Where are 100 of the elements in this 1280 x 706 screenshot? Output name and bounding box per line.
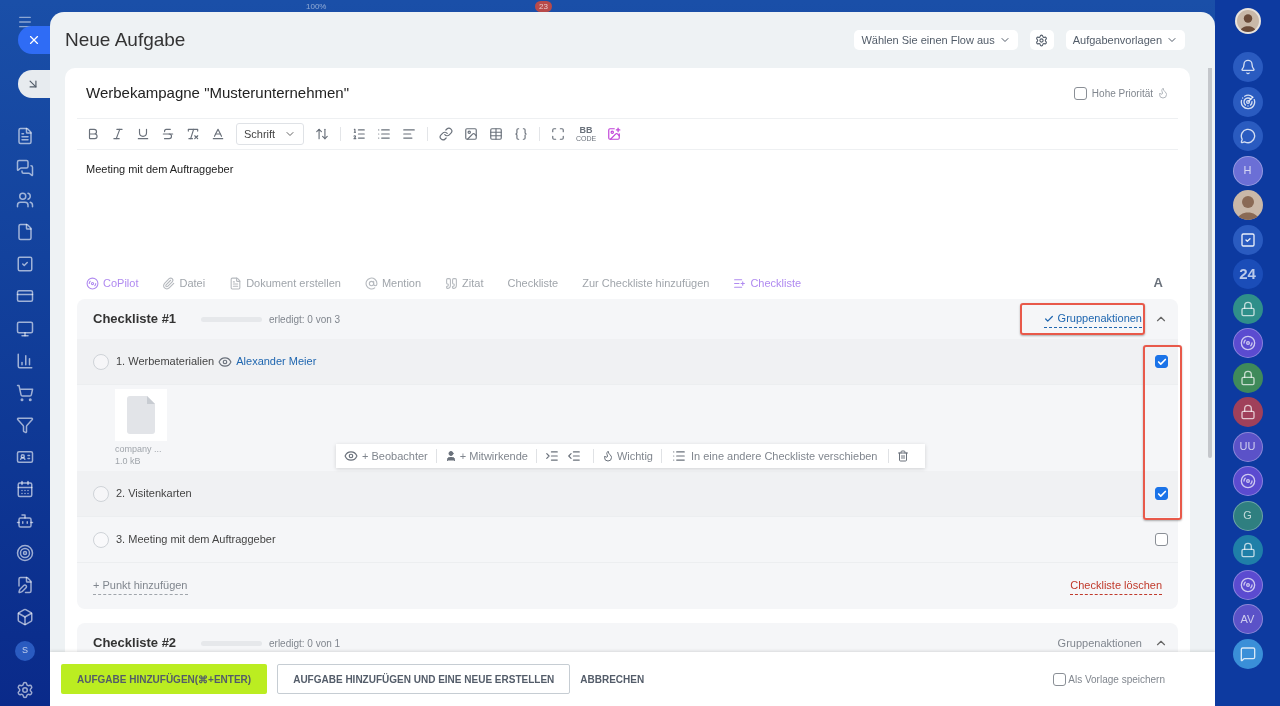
zoom-label: 100%: [306, 2, 327, 11]
font-size-icon[interactable]: [315, 127, 329, 141]
done-toggle[interactable]: [93, 353, 109, 370]
avatar-initials[interactable]: AV: [1232, 604, 1263, 634]
user-avatar[interactable]: S: [15, 640, 35, 661]
profile-avatar[interactable]: [1234, 8, 1261, 34]
strikethrough-icon[interactable]: [161, 127, 175, 141]
avatar-initials[interactable]: UU: [1232, 431, 1263, 462]
settings-icon[interactable]: [16, 680, 34, 699]
action-link[interactable]: Zitat: [445, 274, 484, 292]
font-dropdown[interactable]: Schrift: [236, 123, 304, 145]
copilot-icon[interactable]: [1232, 569, 1263, 600]
action-link[interactable]: Mention: [364, 274, 422, 292]
delete-checklist-link[interactable]: Checkliste löschen: [1070, 577, 1162, 595]
lock-icon[interactable]: [1232, 362, 1263, 393]
action-link[interactable]: CoPilot: [86, 274, 139, 292]
link-icon[interactable]: [439, 127, 453, 141]
copilot-icon[interactable]: [1232, 466, 1263, 496]
calendar-icon[interactable]: [16, 480, 34, 499]
close-icon: [27, 33, 41, 47]
image-sparkle-icon[interactable]: [607, 127, 622, 141]
indent-icon[interactable]: [544, 449, 559, 463]
settings-button[interactable]: [1029, 30, 1054, 50]
important-button[interactable]: Wichtig: [593, 447, 661, 465]
action-link[interactable]: Datei: [162, 274, 206, 292]
done-toggle[interactable]: [93, 485, 109, 502]
chart-icon[interactable]: [16, 351, 34, 370]
priority-checkbox[interactable]: [1073, 86, 1087, 100]
file-icon[interactable]: [16, 223, 34, 242]
action-link[interactable]: Dokument erstellen: [229, 274, 341, 292]
people-icon[interactable]: [16, 191, 34, 210]
filter-icon[interactable]: [16, 415, 34, 434]
add-item-link[interactable]: + Punkt hinzufügen: [93, 577, 188, 595]
add-and-new-button[interactable]: AUFGABE HINZUFÜGEN UND EINE NEUE ERSTELLEN: [277, 664, 571, 694]
lock-icon[interactable]: [1232, 535, 1263, 565]
group-actions-link[interactable]: Gruppenaktionen: [1057, 634, 1142, 652]
chat-icon[interactable]: [1232, 121, 1263, 151]
box-icon[interactable]: [16, 608, 34, 627]
avatar-initials[interactable]: H: [1232, 155, 1263, 186]
underline-icon[interactable]: [136, 127, 150, 141]
cancel-button[interactable]: ABBRECHEN: [580, 671, 645, 687]
move-button[interactable]: In eine andere Checkliste verschieben: [662, 447, 888, 465]
bullet-list-icon[interactable]: [377, 127, 391, 141]
template-checkbox[interactable]: [1053, 672, 1067, 686]
eye-icon: [344, 449, 358, 463]
align-icon[interactable]: [402, 127, 416, 141]
template-label: Als Vorlage speichern: [1068, 672, 1165, 687]
file-thumbnail[interactable]: [115, 389, 167, 441]
avatar-initials[interactable]: G: [1232, 500, 1263, 531]
action-link[interactable]: Zur Checkliste hinzufügen: [582, 274, 710, 292]
target-icon[interactable]: [16, 544, 34, 563]
add-task-button[interactable]: AUFGABE HINZUFÜGEN(⌘+ENTER): [61, 664, 268, 694]
bold-icon[interactable]: [86, 127, 100, 141]
action-link[interactable]: Checkliste: [507, 274, 559, 292]
item-text: 3. Meeting mit dem Auftraggeber: [116, 532, 276, 548]
document-icon[interactable]: [16, 127, 34, 145]
dropdown-button[interactable]: Wählen Sie einen Flow aus: [854, 30, 1018, 50]
cart-icon[interactable]: [16, 383, 34, 402]
trash-icon[interactable]: [896, 450, 909, 462]
outdent-icon[interactable]: [566, 449, 581, 463]
table-icon[interactable]: [489, 127, 503, 141]
robot-icon[interactable]: [16, 512, 34, 531]
lock-icon[interactable]: [1232, 397, 1263, 427]
checklist-row[interactable]: 2. Visitenkarten: [77, 471, 1178, 517]
monitor-icon[interactable]: [16, 319, 34, 338]
avatar-icon[interactable]: [1232, 190, 1263, 220]
count-badge[interactable]: 24: [1232, 259, 1263, 289]
done-toggle[interactable]: [93, 531, 109, 548]
add-observer-button[interactable]: + Beobachter: [344, 447, 436, 465]
action-link[interactable]: Checkliste: [733, 274, 802, 292]
select-checkbox[interactable]: [1155, 487, 1168, 500]
clear-format-icon[interactable]: [186, 127, 200, 141]
dropdown-button[interactable]: Aufgabenvorlagen: [1065, 30, 1185, 50]
numbered-list-icon[interactable]: [352, 127, 366, 141]
group-actions-link[interactable]: Gruppenaktionen: [1043, 310, 1142, 328]
italic-icon[interactable]: [111, 127, 125, 141]
tasks-icon[interactable]: [1232, 224, 1263, 255]
code-icon[interactable]: [514, 127, 528, 141]
text-color-icon[interactable]: [211, 127, 225, 141]
checklist-row[interactable]: 1. Werbematerialien Alexander Meier: [77, 339, 1178, 385]
chat-icon[interactable]: [16, 159, 34, 178]
description-text: Meeting mit dem Auftraggeber: [86, 162, 235, 177]
format-toggle[interactable]: A: [1153, 273, 1163, 293]
tasks-icon[interactable]: [16, 255, 34, 274]
chat-bubble-icon[interactable]: [1232, 638, 1263, 669]
file-size: 1.0 kB: [115, 455, 141, 467]
menu-icon[interactable]: [17, 14, 33, 30]
copilot-icon[interactable]: [1232, 328, 1263, 358]
person-icon: [444, 450, 457, 462]
select-checkbox[interactable]: [1155, 533, 1168, 546]
fullscreen-icon[interactable]: [551, 127, 565, 141]
item-text: 2. Visitenkarten: [116, 486, 192, 502]
image-icon[interactable]: [464, 127, 478, 141]
add-participant-button[interactable]: + Mitwirkende: [436, 447, 536, 465]
lock-icon[interactable]: [1232, 293, 1263, 324]
bell-icon[interactable]: [1232, 52, 1263, 82]
observer-link[interactable]: Alexander Meier: [236, 353, 317, 370]
select-checkbox[interactable]: [1155, 355, 1168, 368]
file-edit-icon[interactable]: [16, 576, 34, 595]
radar-icon[interactable]: [1232, 86, 1263, 117]
